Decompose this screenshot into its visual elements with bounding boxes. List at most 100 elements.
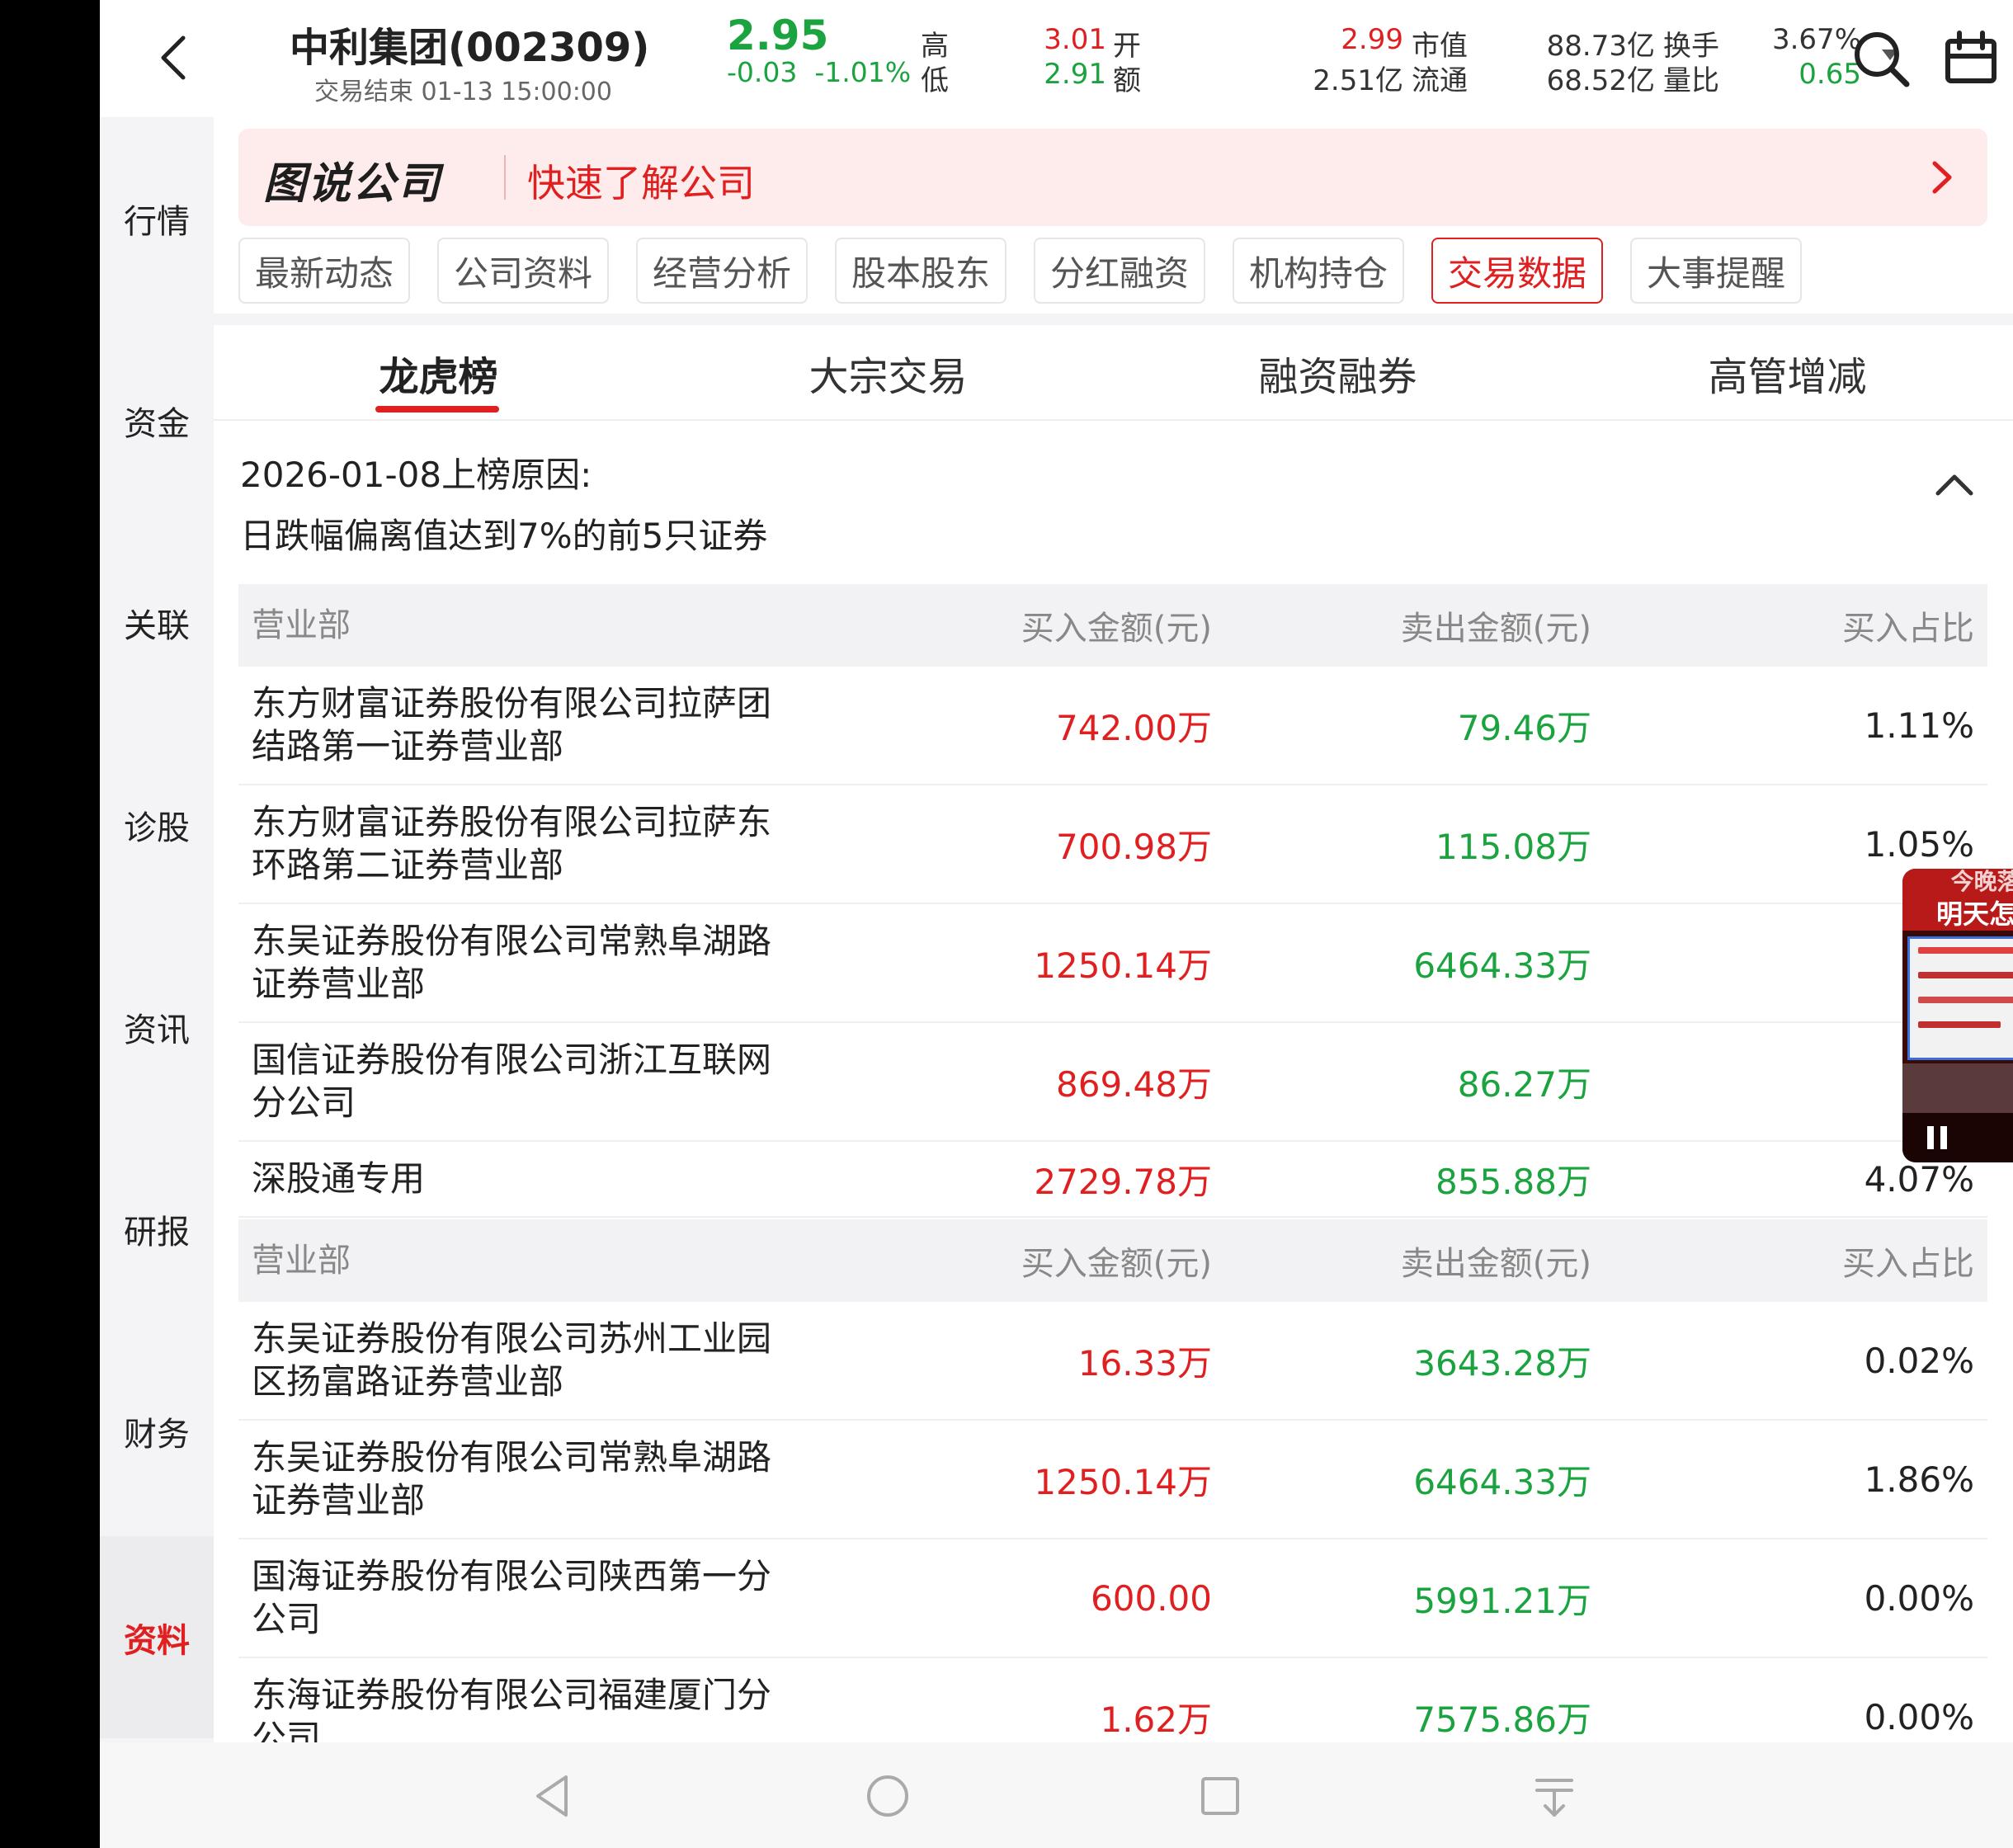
buy-amount: 16.33万 <box>1077 1342 1212 1384</box>
price-change: -0.03 -1.01% <box>727 56 911 88</box>
sell-amount: 5991.21万 <box>1413 1580 1591 1621</box>
nav-item-profile[interactable]: 资料 <box>100 1536 214 1738</box>
table-row[interactable]: 深股通专用 2729.78万 855.88万 4.07% <box>238 1142 1987 1218</box>
seat-name: 国海证券股份有限公司陕西第一分 公司 <box>252 1556 772 1639</box>
portfolio-button[interactable] <box>1940 26 2006 92</box>
turnover-value: 3.67% <box>1771 23 1861 56</box>
video-title-band: 今晚落地! 明天怎么走 <box>1902 869 2013 931</box>
float-value: 68.52亿 <box>1546 64 1655 97</box>
buy-amount: 1250.14万 <box>1034 945 1212 986</box>
nav-item-funds[interactable]: 资金 <box>100 319 214 521</box>
video-board-line <box>1918 972 2013 978</box>
seat-name: 东吴证券股份有限公司苏州工业园 区扬富路证券营业部 <box>252 1318 772 1402</box>
tab-events[interactable]: 大事提醒 <box>1630 238 1802 304</box>
search-button[interactable] <box>1849 26 1915 92</box>
seat-name: 东海证券股份有限公司福建厦门分 公司 <box>252 1675 772 1742</box>
seat-name: 东方财富证券股份有限公司拉萨团 结路第一证券营业部 <box>252 683 772 766</box>
banner-text: 快速了解公司 <box>527 161 755 205</box>
stock-header: 中利集团(002309) 交易结束 01-13 15:00:00 2.95 -0… <box>100 0 2013 117</box>
download-icon[interactable] <box>1525 1767 1583 1825</box>
tab-trading-data[interactable]: 交易数据 <box>1431 238 1603 304</box>
nav-item-quote[interactable]: 行情 <box>100 117 214 319</box>
tab-exec-holdings[interactable]: 高管增减 <box>1563 325 2012 421</box>
col-header-sell: 卖出金额(元) <box>1400 610 1591 648</box>
table-row[interactable]: 东海证券股份有限公司福建厦门分 公司 1.62万 7575.86万 0.00% <box>238 1658 1987 1742</box>
tab-margin-trading[interactable]: 融资融券 <box>1113 325 1563 421</box>
category-tabs: 最新动态 公司资料 经营分析 股本股东 分红融资 机构持仓 交易数据 大事提醒 <box>238 238 2012 309</box>
banner-logo: 图说公司 <box>263 159 442 209</box>
nav-item-diagnosis[interactable]: 诊股 <box>100 724 214 926</box>
current-price: 2.95 <box>727 12 829 59</box>
sell-seats-table: 营业部 买入金额(元) 卖出金额(元) 买入占比 东吴证券股份有限公司苏州工业园… <box>238 1219 1987 1742</box>
nav-item-related[interactable]: 关联 <box>100 521 214 724</box>
table-row[interactable]: 国信证券股份有限公司浙江互联网 分公司 869.48万 86.27万 <box>238 1023 1987 1142</box>
chevron-up-icon[interactable] <box>1930 460 1979 510</box>
video-title-line1: 今晚落地! <box>1950 869 2013 895</box>
table-header: 营业部 买入金额(元) 卖出金额(元) 买入占比 <box>238 584 1987 667</box>
col-header-ratio: 买入占比 <box>1842 610 1974 648</box>
video-board-line <box>1918 1021 2001 1028</box>
banner-divider <box>504 155 506 200</box>
sell-amount: 79.46万 <box>1457 707 1591 748</box>
buy-amount: 742.00万 <box>1056 707 1212 748</box>
system-nav-bar <box>100 1742 2013 1848</box>
nav-item-news[interactable]: 资讯 <box>100 926 214 1128</box>
change-amount: -0.03 <box>727 56 798 88</box>
seat-name: 东方财富证券股份有限公司拉萨东 环路第二证券营业部 <box>252 802 772 885</box>
company-illustrated-banner[interactable]: 图说公司 快速了解公司 <box>238 129 1987 226</box>
tab-dividends[interactable]: 分红融资 <box>1034 238 1205 304</box>
tab-company-info[interactable]: 公司资料 <box>437 238 609 304</box>
tab-shareholders[interactable]: 股本股东 <box>835 238 1006 304</box>
table-row[interactable]: 东吴证券股份有限公司苏州工业园 区扬富路证券营业部 16.33万 3643.28万… <box>238 1302 1987 1421</box>
float-label: 流通 <box>1412 64 1468 97</box>
col-header-sell: 卖出金额(元) <box>1400 1245 1591 1283</box>
tab-business-analysis[interactable]: 经营分析 <box>636 238 808 304</box>
tab-latest-news[interactable]: 最新动态 <box>238 238 410 304</box>
sell-amount: 6464.33万 <box>1413 945 1591 986</box>
sell-amount: 7575.86万 <box>1413 1699 1591 1740</box>
buy-amount: 700.98万 <box>1056 826 1212 867</box>
nav-item-finance[interactable]: 财务 <box>100 1330 214 1532</box>
buy-ratio: 0.02% <box>1864 1340 1974 1381</box>
tab-institutions[interactable]: 机构持仓 <box>1233 238 1404 304</box>
floating-video-player[interactable]: 今晚落地! 明天怎么走 ? <box>1902 869 2013 1162</box>
table-row[interactable]: 东方财富证券股份有限公司拉萨团 结路第一证券营业部 742.00万 79.46万 … <box>238 667 1987 785</box>
app-screen: 中利集团(002309) 交易结束 01-13 15:00:00 2.95 -0… <box>100 0 2013 1848</box>
left-nav: 行情 资金 关联 诊股 资讯 研报 财务 资料 <box>100 117 214 1742</box>
triangle-back-icon[interactable] <box>525 1767 582 1825</box>
open-value: 2.99 <box>1341 23 1403 56</box>
table-row[interactable]: 东吴证券股份有限公司常熟阜湖路 证券营业部 1250.14万 6464.33万 1… <box>238 1421 1987 1539</box>
video-title-line2: 明天怎么走 <box>1935 898 2013 930</box>
video-controls <box>1902 1113 2013 1162</box>
buy-amount: 600.00 <box>1091 1577 1212 1619</box>
trading-status: 交易结束 01-13 15:00:00 <box>314 78 612 106</box>
chevron-left-icon <box>161 35 186 80</box>
sub-tabs: 龙虎榜 大宗交易 融资融券 高管增减 <box>214 325 2013 421</box>
buy-ratio: 0.00% <box>1864 1696 1974 1737</box>
active-tab-underline <box>375 406 499 412</box>
search-icon <box>1855 32 1910 87</box>
video-whiteboard <box>1907 936 2013 1060</box>
col-header-buy: 买入金额(元) <box>1021 610 1212 648</box>
buy-ratio: 1.11% <box>1864 705 1974 746</box>
sell-amount: 6464.33万 <box>1413 1461 1591 1502</box>
back-button[interactable] <box>141 25 207 91</box>
buy-seats-table: 营业部 买入金额(元) 卖出金额(元) 买入占比 东方财富证券股份有限公司拉萨团… <box>238 584 1987 1218</box>
video-floor <box>1902 1063 2013 1113</box>
square-recent-icon[interactable] <box>1191 1767 1249 1825</box>
nav-item-research[interactable]: 研报 <box>100 1128 214 1330</box>
col-header-name: 营业部 <box>252 606 351 644</box>
volratio-label: 量比 <box>1663 64 1719 97</box>
table-row[interactable]: 东方财富证券股份有限公司拉萨东 环路第二证券营业部 700.98万 115.08万… <box>238 785 1987 904</box>
table-row[interactable]: 东吴证券股份有限公司常熟阜湖路 证券营业部 1250.14万 6464.33万 <box>238 904 1987 1023</box>
circle-home-icon[interactable] <box>859 1767 917 1825</box>
table-row[interactable]: 国海证券股份有限公司陕西第一分 公司 600.00 5991.21万 0.00% <box>238 1539 1987 1658</box>
tab-block-trade[interactable]: 大宗交易 <box>663 325 1113 421</box>
pause-icon[interactable] <box>1921 1121 1954 1154</box>
buy-amount: 1250.14万 <box>1034 1461 1212 1502</box>
sell-amount: 3643.28万 <box>1413 1342 1591 1384</box>
sell-amount: 86.27万 <box>1457 1063 1591 1105</box>
seat-name: 东吴证券股份有限公司常熟阜湖路 证券营业部 <box>252 1437 772 1520</box>
sell-amount: 855.88万 <box>1436 1161 1591 1202</box>
section-separator <box>214 314 2013 325</box>
